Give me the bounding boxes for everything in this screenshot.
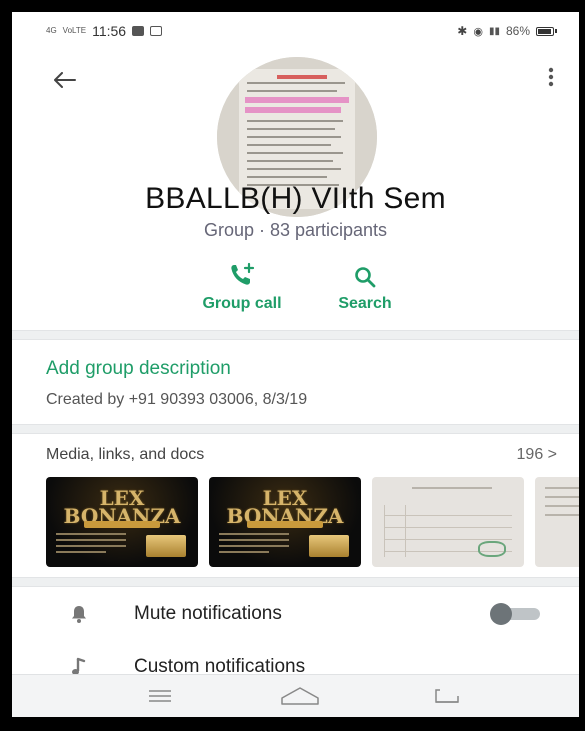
media-count[interactable]: 196 > (517, 446, 557, 464)
poster-title: LEX BONANZA (63, 486, 181, 528)
created-by-text: Created by +91 90393 03006, 8/3/19 (46, 391, 308, 408)
media-thumbnail-document[interactable] (535, 477, 579, 567)
wifi-icon: ◉ (473, 25, 483, 38)
bell-icon (67, 602, 91, 626)
gallery-notification-icon (150, 26, 163, 36)
section-divider (12, 577, 579, 587)
group-name: BBALLB(H) VIIth Sem (145, 182, 446, 215)
search-icon (320, 257, 410, 289)
status-bar: 4G VoLTE 11:56 ✱ ◉ ▮▮ 86% (12, 12, 579, 50)
notification-icon (132, 26, 145, 36)
group-participants: Group · 83 participants (203, 220, 388, 240)
mute-notifications-label: Mute notifications (134, 603, 282, 624)
search-button[interactable]: Search (320, 257, 410, 313)
system-nav-bar (12, 674, 579, 717)
mute-notifications-toggle[interactable] (490, 602, 542, 626)
bluetooth-icon: ✱ (457, 24, 468, 38)
back-icon[interactable] (427, 685, 467, 707)
media-thumbnail-poster[interactable]: LEX BONANZA (209, 477, 361, 567)
media-links-docs-title[interactable]: Media, links, and docs (46, 446, 204, 464)
group-call-label: Group call (202, 295, 282, 312)
network-right-indicator: VoLTE (62, 26, 87, 35)
phone-screen: 4G VoLTE 11:56 ✱ ◉ ▮▮ 86% BBALLB(H) VIIt… (12, 12, 579, 717)
search-label: Search (338, 295, 392, 312)
status-time: 11:56 (92, 23, 127, 39)
status-right: ✱ ◉ ▮▮ 86% (457, 24, 557, 38)
section-divider (12, 424, 579, 434)
group-call-button[interactable]: Group call (182, 257, 302, 313)
add-call-icon (182, 257, 302, 289)
menu-icon[interactable] (140, 685, 180, 707)
media-thumbnail-poster[interactable]: LEX BONANZA (46, 477, 198, 567)
poster-title: LEX BONANZA (226, 486, 344, 528)
status-left: 4G VoLTE 11:56 (46, 23, 163, 39)
section-divider (12, 330, 579, 340)
add-group-description[interactable]: Add group description (46, 358, 231, 380)
back-arrow-icon[interactable] (52, 67, 78, 93)
signal-icon: ▮▮ (488, 25, 500, 37)
network-left-indicator: 4G (46, 26, 57, 35)
battery-icon (536, 26, 557, 36)
media-thumbnail-document[interactable] (372, 477, 524, 567)
battery-percent: 86% (505, 24, 530, 38)
toggle-knob (490, 603, 512, 625)
home-icon[interactable] (280, 685, 320, 707)
more-options-icon[interactable] (542, 64, 560, 90)
